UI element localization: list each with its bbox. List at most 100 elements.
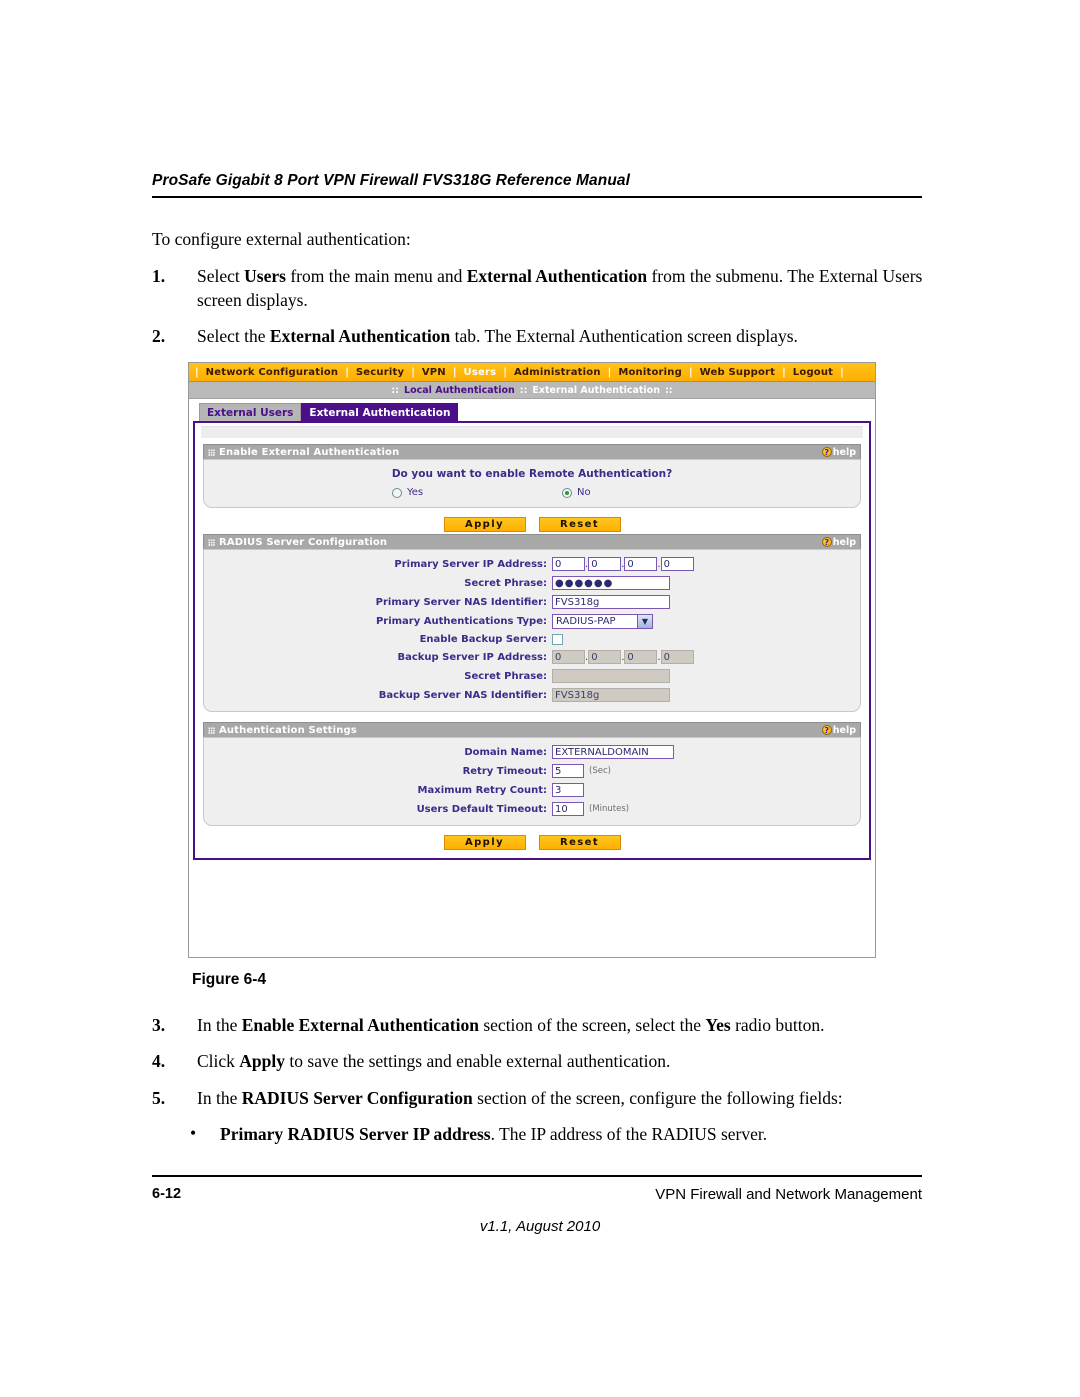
primary-ip-octet-1[interactable]: 0 xyxy=(552,557,585,571)
maximum-retry-count-control: 3 xyxy=(552,783,584,797)
users-default-timeout-control: 10 (Minutes) xyxy=(552,802,629,816)
nav-item-web-support[interactable]: Web Support xyxy=(697,367,779,378)
enable-backup-server-checkbox[interactable] xyxy=(552,634,563,645)
step-4: 4. Click Apply to save the settings and … xyxy=(152,1050,942,1073)
reset-button-bottom[interactable]: Reset xyxy=(538,835,621,850)
footer-chapter-title: VPN Firewall and Network Management xyxy=(655,1186,922,1203)
retry-timeout-input[interactable]: 5 xyxy=(552,764,584,778)
help-label: help xyxy=(832,446,856,458)
submenu-item-local-authentication[interactable]: Local Authentication xyxy=(404,385,515,396)
backup-secret-phrase-input[interactable] xyxy=(552,669,670,683)
step-2: 2. Select the External Authentication ta… xyxy=(152,325,932,348)
drag-grip-icon xyxy=(208,726,215,734)
section-radius-server-configuration: RADIUS Server Configuration ? help Prima… xyxy=(203,534,861,712)
primary-server-ip-input-group: 0 . 0 . 0 . 0 xyxy=(552,557,694,571)
retry-timeout-control: 5 (Sec) xyxy=(552,764,611,778)
nav-item-monitoring[interactable]: Monitoring xyxy=(615,367,685,378)
footer-rule xyxy=(152,1175,922,1177)
radio-yes-icon[interactable] xyxy=(392,487,402,498)
backup-secret-phrase-label: Secret Phrase: xyxy=(464,670,547,682)
step-2-number: 2. xyxy=(152,326,166,347)
radio-yes-label: Yes xyxy=(407,487,424,498)
backup-ip-octet-2[interactable]: 0 xyxy=(588,650,622,664)
nav-item-logout[interactable]: Logout xyxy=(790,367,836,378)
tab-external-authentication[interactable]: External Authentication xyxy=(301,403,459,421)
backup-nas-identifier-input[interactable]: FVS318g xyxy=(552,688,670,702)
tab-strip: External Users External Authentication xyxy=(189,399,875,421)
bullet-primary-radius-ip-text: Primary RADIUS Server IP address. The IP… xyxy=(220,1124,768,1145)
backup-secret-phrase-control xyxy=(552,669,670,683)
chevron-down-icon[interactable]: ▼ xyxy=(637,615,652,628)
content-frame: Enable External Authentication ? help Do… xyxy=(193,421,871,860)
help-link[interactable]: ? help xyxy=(821,725,856,736)
section-body: Domain Name: EXTERNALDOMAIN Retry Timeou… xyxy=(203,737,861,826)
nav-item-users[interactable]: Users xyxy=(461,367,500,378)
section-title: RADIUS Server Configuration xyxy=(219,536,388,548)
tab-external-users[interactable]: External Users xyxy=(199,403,302,421)
nav-separator: | xyxy=(782,366,786,378)
running-header: ProSafe Gigabit 8 Port VPN Firewall FVS3… xyxy=(152,172,922,198)
submenu-item-external-authentication[interactable]: External Authentication xyxy=(532,385,660,396)
nav-separator: | xyxy=(411,366,415,378)
help-link[interactable]: ? help xyxy=(821,537,856,548)
intro-paragraph: To configure external authentication: xyxy=(152,229,411,249)
radio-option-yes[interactable]: Yes xyxy=(332,487,562,498)
field-row-enable-backup-server: Enable Backup Server: xyxy=(204,634,860,645)
primary-ip-octet-2[interactable]: 0 xyxy=(588,557,622,571)
button-row-bottom: Apply Reset xyxy=(195,835,869,850)
secret-phrase-input[interactable]: ●●●●●● xyxy=(552,576,670,590)
main-navigation: | Network Configuration | Security | VPN… xyxy=(189,363,875,382)
step-5-number: 5. xyxy=(152,1087,166,1108)
primary-ip-octet-4[interactable]: 0 xyxy=(660,557,694,571)
header-rule xyxy=(152,196,922,198)
enable-backup-server-label: Enable Backup Server: xyxy=(419,634,547,645)
nav-item-network-configuration[interactable]: Network Configuration xyxy=(203,367,342,378)
backup-nas-identifier-label: Backup Server NAS Identifier: xyxy=(378,689,547,701)
nav-item-security[interactable]: Security xyxy=(353,367,407,378)
apply-button-top[interactable]: Apply xyxy=(443,517,526,532)
backup-ip-octet-3[interactable]: 0 xyxy=(624,650,658,664)
field-row-primary-nas-identifier: Primary Server NAS Identifier: FVS318g xyxy=(204,595,860,609)
backup-ip-octet-4[interactable]: 0 xyxy=(660,650,694,664)
nav-separator: | xyxy=(688,366,693,378)
remote-auth-question: Do you want to enable Remote Authenticat… xyxy=(391,468,673,480)
retry-timeout-units: (Sec) xyxy=(589,766,611,776)
section-title: Authentication Settings xyxy=(219,724,357,736)
step-5: 5. In the RADIUS Server Configuration se… xyxy=(152,1087,942,1110)
step-4-text: Click Apply to save the settings and ena… xyxy=(197,1051,671,1072)
section-enable-external-authentication: Enable External Authentication ? help Do… xyxy=(203,444,861,508)
users-default-timeout-label: Users Default Timeout: xyxy=(416,803,547,815)
reset-button-top[interactable]: Reset xyxy=(538,517,621,532)
apply-button-bottom[interactable]: Apply xyxy=(443,835,526,850)
section-header: Authentication Settings ? help xyxy=(203,722,861,737)
step-3-text: In the Enable External Authentication se… xyxy=(197,1015,825,1035)
step-3: 3. In the Enable External Authentication… xyxy=(152,1014,942,1037)
radio-no-icon[interactable] xyxy=(562,487,572,498)
users-default-timeout-input[interactable]: 10 xyxy=(552,802,584,816)
maximum-retry-count-input[interactable]: 3 xyxy=(552,783,584,797)
section-header: Enable External Authentication ? help xyxy=(203,444,861,459)
primary-auth-type-select[interactable]: RADIUS-PAP ▼ xyxy=(552,614,653,629)
primary-auth-type-control: RADIUS-PAP ▼ xyxy=(552,614,653,629)
field-row-retry-timeout: Retry Timeout: 5 (Sec) xyxy=(204,764,860,778)
field-row-primary-server-ip: Primary Server IP Address: 0 . 0 . 0 . 0 xyxy=(204,557,860,571)
primary-ip-octet-3[interactable]: 0 xyxy=(624,557,658,571)
step-1-number: 1. xyxy=(152,266,166,287)
domain-name-input[interactable]: EXTERNALDOMAIN xyxy=(552,745,674,759)
secret-phrase-label: Secret Phrase: xyxy=(464,577,547,589)
submenu-marker: :: xyxy=(391,384,400,396)
backup-nas-identifier-control: FVS318g xyxy=(552,688,670,702)
enable-backup-server-control xyxy=(552,634,563,645)
bullet-marker: • xyxy=(190,1123,197,1144)
help-link[interactable]: ? help xyxy=(821,446,856,458)
footer-version: v1.1, August 2010 xyxy=(479,1218,601,1235)
nav-item-vpn[interactable]: VPN xyxy=(419,367,449,378)
primary-nas-identifier-input[interactable]: FVS318g xyxy=(552,595,670,609)
manual-page: ProSafe Gigabit 8 Port VPN Firewall FVS3… xyxy=(0,0,1080,1397)
nav-separator: | xyxy=(345,366,349,378)
remote-auth-radio-group: Yes No xyxy=(204,487,860,498)
nav-item-administration[interactable]: Administration xyxy=(511,367,604,378)
backup-ip-octet-1[interactable]: 0 xyxy=(552,650,585,664)
section-authentication-settings: Authentication Settings ? help Domain Na… xyxy=(203,722,861,826)
radio-option-no[interactable]: No xyxy=(562,487,732,498)
